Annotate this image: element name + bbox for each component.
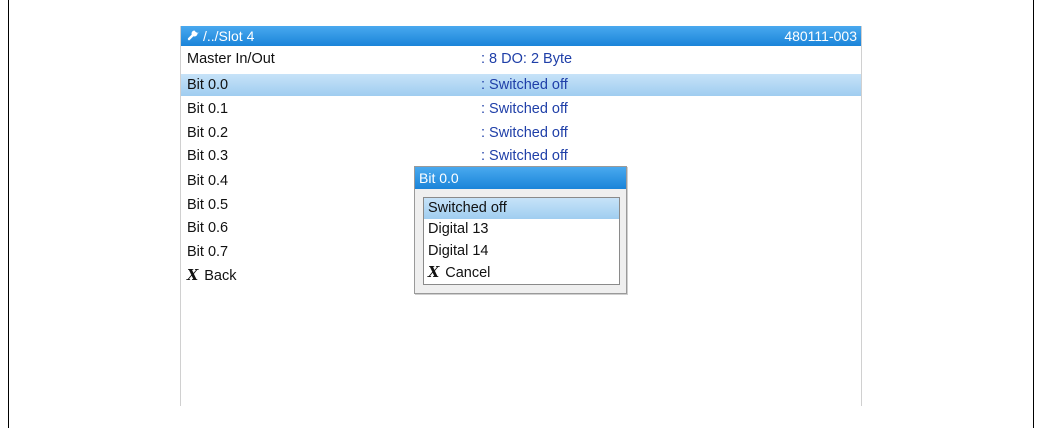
popup-option-list: Switched off Digital 13 Digital 14 X Canc… xyxy=(423,197,620,285)
row-label: Bit 0.3 xyxy=(187,148,229,164)
back-label: Back xyxy=(204,268,237,284)
cancel-button[interactable]: X Cancel xyxy=(424,262,619,283)
option-switched-off[interactable]: Switched off xyxy=(424,198,619,219)
row-value: : 8 DO: 2 Byte xyxy=(481,51,573,67)
device-code: 480111-003 xyxy=(784,28,857,44)
cancel-icon: X xyxy=(428,264,440,281)
row-label: Bit 0.6 xyxy=(187,220,229,236)
row-label: Bit 0.2 xyxy=(187,125,229,141)
row-label: Bit 0.5 xyxy=(187,197,229,213)
back-icon: X xyxy=(187,267,199,284)
list-item-bit-0-2[interactable]: Bit 0.2 : Switched off xyxy=(181,122,861,144)
list-item-bit-0-3[interactable]: Bit 0.3 : Switched off xyxy=(181,145,861,167)
option-digital-14[interactable]: Digital 14 xyxy=(424,241,619,262)
list-item-master[interactable]: Master In/Out : 8 DO: 2 Byte xyxy=(181,48,861,70)
row-label: Bit 0.4 xyxy=(187,173,229,189)
popup-title: Bit 0.0 xyxy=(415,167,626,189)
cancel-label: Cancel xyxy=(445,265,491,281)
title-bar: /../Slot 4 480111-003 xyxy=(181,26,861,46)
option-digital-13[interactable]: Digital 13 xyxy=(424,219,619,240)
row-value: : Switched off xyxy=(481,148,568,164)
breadcrumb: /../Slot 4 xyxy=(187,26,254,46)
row-value: : Switched off xyxy=(481,101,568,117)
wrench-icon xyxy=(187,26,203,46)
row-label: Master In/Out xyxy=(187,51,275,67)
row-label: Bit 0.1 xyxy=(187,101,229,117)
row-value: : Switched off xyxy=(481,125,568,141)
row-value: : Switched off xyxy=(481,77,568,93)
list-item-bit-0-1[interactable]: Bit 0.1 : Switched off xyxy=(181,98,861,120)
row-label: Bit 0.7 xyxy=(187,244,229,260)
breadcrumb-path: /../Slot 4 xyxy=(203,28,255,44)
row-label: Bit 0.0 xyxy=(187,77,229,93)
selection-popup: Bit 0.0 Switched off Digital 13 Digital … xyxy=(414,166,627,294)
list-item-bit-0-0[interactable]: Bit 0.0 : Switched off xyxy=(181,74,861,96)
